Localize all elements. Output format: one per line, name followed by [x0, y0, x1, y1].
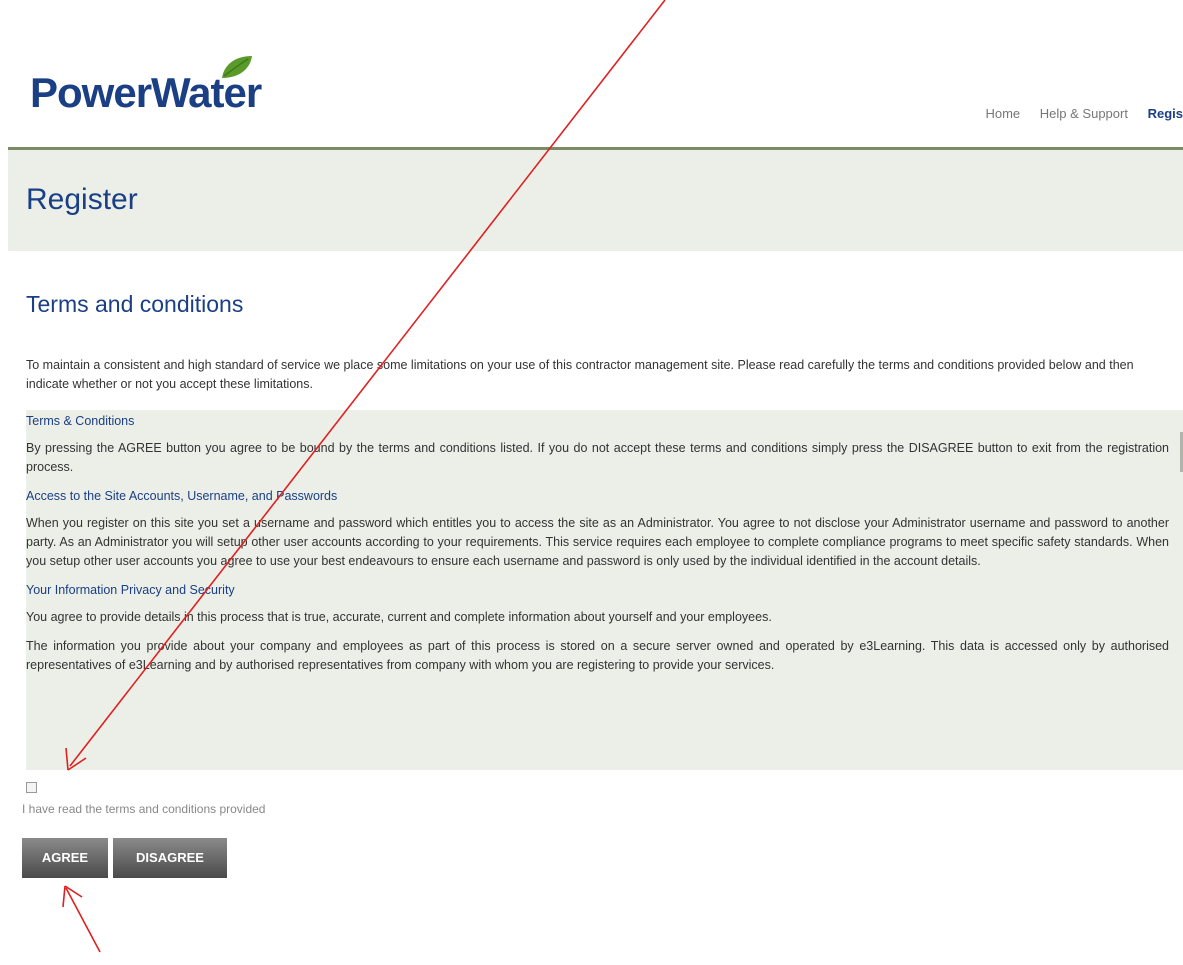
privacy-paragraph-1: You agree to provide details in this pro… [26, 610, 772, 624]
top-nav: Home Help & Support Regis [969, 106, 1183, 121]
disagree-button[interactable]: DISAGREE [113, 838, 227, 878]
powerwater-logo[interactable]: PowerWater [30, 56, 262, 114]
nav-help-support-link[interactable]: Help & Support [1040, 106, 1128, 121]
intro-text: To maintain a consistent and high standa… [26, 358, 1134, 391]
privacy-heading: Your Information Privacy and Security [26, 583, 235, 597]
agree-button[interactable]: AGREE [22, 838, 108, 878]
access-paragraph: When you register on this site you set a… [26, 516, 1169, 568]
page-title: Register [26, 183, 138, 216]
terms-heading: Terms & Conditions [26, 414, 135, 428]
terms-paragraph: By pressing the AGREE button you agree t… [26, 441, 1169, 474]
privacy-paragraph-2: The information you provide about your c… [26, 639, 1169, 672]
section-title: Terms and conditions [26, 291, 244, 317]
page-title-band: Register [8, 150, 1183, 251]
terms-scroll-panel[interactable]: Terms & Conditions By pressing the AGREE… [26, 410, 1183, 770]
terms-read-checkbox[interactable] [26, 782, 37, 793]
nav-home-link[interactable]: Home [985, 106, 1020, 121]
nav-register-link[interactable]: Regis [1148, 106, 1183, 121]
access-heading: Access to the Site Accounts, Username, a… [26, 489, 338, 503]
annotation-arrow-to-agree [62, 885, 101, 953]
leaf-icon [222, 56, 252, 78]
terms-read-checkbox-label: I have read the terms and conditions pro… [22, 802, 266, 816]
